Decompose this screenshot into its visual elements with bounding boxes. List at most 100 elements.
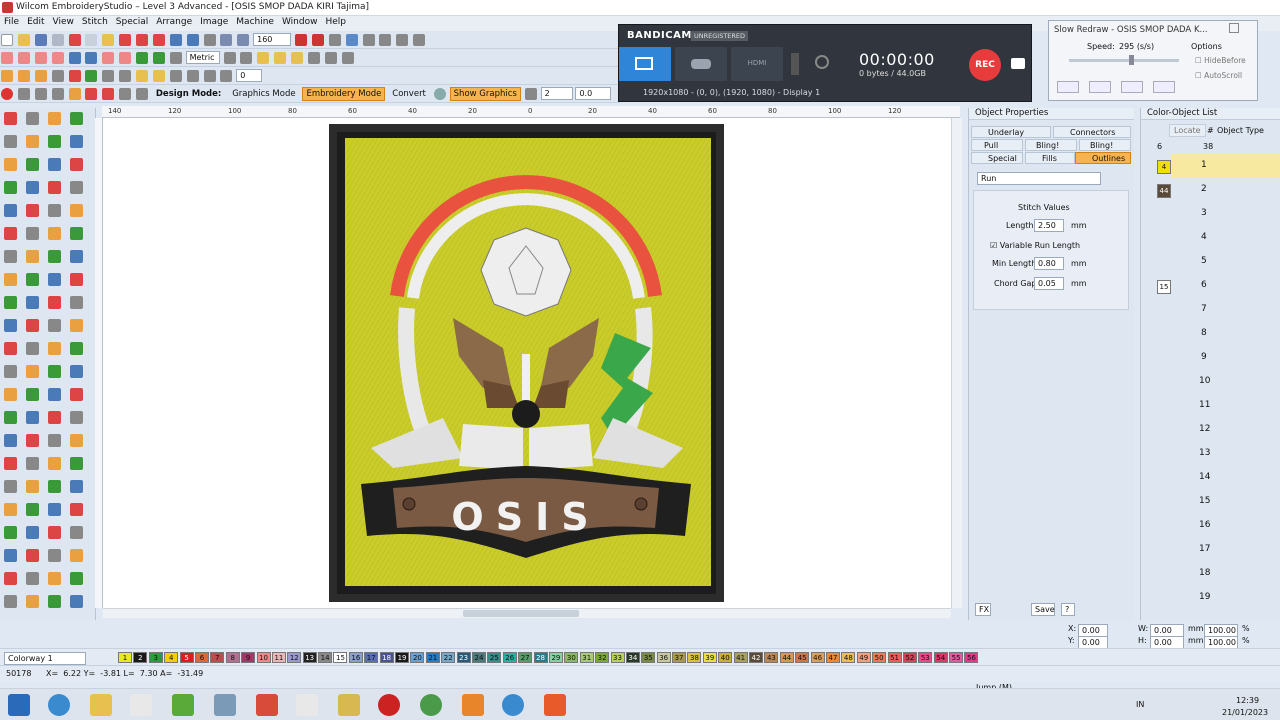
tool-button[interactable] [4, 250, 17, 263]
tool-button[interactable] [4, 158, 17, 171]
zoom-field[interactable]: 160 [253, 33, 292, 46]
tool-button[interactable] [48, 273, 61, 286]
color-swatch[interactable]: 35 [641, 652, 656, 663]
spin-field-2[interactable]: 0.0 [575, 87, 612, 100]
color-swatch[interactable]: 26 [502, 652, 517, 663]
tool-button[interactable] [26, 112, 39, 125]
app-icon[interactable] [172, 694, 194, 716]
hide-before-checkbox[interactable]: ☐ HideBefore [1195, 56, 1246, 65]
list-item[interactable]: 9 [1171, 346, 1280, 370]
tool-button[interactable] [4, 434, 17, 447]
color-swatch[interactable]: 18 [379, 652, 394, 663]
color-swatch[interactable]: 48 [841, 652, 856, 663]
tool-button[interactable] [4, 480, 17, 493]
tool-button[interactable] [48, 595, 61, 608]
list-item[interactable]: 12 [1171, 418, 1280, 442]
play-button[interactable] [1057, 81, 1079, 93]
spin-field-1[interactable]: 2 [540, 87, 573, 100]
menu-arrange[interactable]: Arrange [152, 16, 196, 28]
layer-icon[interactable] [274, 52, 287, 64]
edit-tool-icon[interactable] [85, 70, 98, 82]
clock-time[interactable]: 12:39 [1236, 696, 1259, 705]
tool-button[interactable] [48, 388, 61, 401]
color-swatch[interactable]: 12 [287, 652, 302, 663]
screen-mode-tab[interactable] [619, 47, 671, 81]
tool-button[interactable] [70, 526, 83, 539]
color-swatch[interactable]: 50 [872, 652, 887, 663]
vlc-icon[interactable] [462, 694, 484, 716]
tool-button[interactable] [4, 595, 17, 608]
edit-tool-icon[interactable] [152, 70, 165, 82]
tool-button[interactable] [70, 434, 83, 447]
tool-button[interactable] [48, 480, 61, 493]
tool-button[interactable] [4, 572, 17, 585]
tool-button[interactable] [70, 250, 83, 263]
speed-slider[interactable] [1069, 59, 1179, 62]
units-select[interactable]: Metric [185, 51, 220, 64]
tool-button[interactable] [70, 595, 83, 608]
save-button[interactable]: Save [1031, 603, 1055, 616]
print-icon[interactable] [51, 34, 64, 46]
bandicam-icon[interactable] [378, 694, 400, 716]
color-swatch[interactable]: 52 [902, 652, 917, 663]
stop-button[interactable] [1121, 81, 1143, 93]
list-item[interactable]: 19 [1171, 586, 1280, 610]
color-swatch[interactable]: 19 [395, 652, 410, 663]
tab-bling-run[interactable]: Bling! Run [1025, 139, 1077, 161]
color-swatch[interactable]: 33 [610, 652, 625, 663]
color-swatch[interactable]: 14 [318, 652, 333, 663]
color-swatch[interactable]: 22 [441, 652, 456, 663]
tool-button[interactable] [26, 526, 39, 539]
color-swatch[interactable]: 20 [410, 652, 425, 663]
stitch-type-icon[interactable] [1, 52, 13, 64]
stitch-type-icon[interactable] [17, 52, 30, 64]
color-swatch[interactable]: 30 [564, 652, 579, 663]
mode-tool-icon[interactable] [119, 88, 132, 100]
list-item[interactable]: 14 [1171, 466, 1280, 490]
color-swatch[interactable]: 31 [579, 652, 594, 663]
start-icon[interactable] [8, 694, 30, 716]
fx-button[interactable]: FX [975, 603, 991, 616]
list-item[interactable]: 8 [1171, 322, 1280, 346]
globe-icon[interactable] [433, 88, 446, 100]
color-swatch[interactable]: 47 [825, 652, 840, 663]
list-item[interactable]: 13 [1171, 442, 1280, 466]
undo-icon[interactable] [169, 34, 182, 46]
design-canvas[interactable]: OSIS [103, 118, 951, 608]
color-swatch[interactable]: 51 [887, 652, 902, 663]
tool-button[interactable] [26, 342, 39, 355]
list-item[interactable]: 2 [1171, 178, 1280, 202]
list-item[interactable]: 11 [1171, 394, 1280, 418]
show-graphics-button[interactable]: Show Graphics [449, 87, 521, 101]
tool-button[interactable] [48, 572, 61, 585]
color-swatch[interactable]: 2 [133, 652, 148, 663]
tool-button[interactable] [4, 365, 17, 378]
color-swatch[interactable]: 6 [194, 652, 209, 663]
tool-button[interactable] [48, 112, 61, 125]
cut-icon[interactable] [68, 34, 81, 46]
tab-fills[interactable]: Fills [1025, 152, 1075, 164]
mic-icon[interactable] [791, 53, 799, 75]
tool-button[interactable] [26, 480, 39, 493]
copy-icon[interactable] [85, 34, 98, 46]
tool-button[interactable] [70, 342, 83, 355]
menu-stitch[interactable]: Stitch [78, 16, 112, 28]
tool-button[interactable] [70, 549, 83, 562]
group-color-15[interactable]: 15 [1157, 280, 1171, 294]
tool-button[interactable] [26, 296, 39, 309]
tool-button[interactable] [4, 457, 17, 470]
tool-button[interactable] [4, 388, 17, 401]
menu-file[interactable]: File [0, 16, 23, 28]
app-icon[interactable] [214, 694, 236, 716]
edit-tool-icon[interactable] [34, 70, 47, 82]
explorer-icon[interactable] [90, 694, 112, 716]
tool-button[interactable] [26, 158, 39, 171]
slider-thumb[interactable] [1129, 55, 1134, 65]
tool-button[interactable] [4, 526, 17, 539]
stitch-tool-icon[interactable] [152, 34, 165, 46]
edit-tool-icon[interactable] [119, 70, 132, 82]
list-item[interactable]: 1 [1171, 154, 1280, 178]
min-length-input[interactable]: 0.80 [1034, 257, 1064, 270]
color-swatch[interactable]: 37 [672, 652, 687, 663]
wilcom-icon[interactable] [256, 694, 278, 716]
